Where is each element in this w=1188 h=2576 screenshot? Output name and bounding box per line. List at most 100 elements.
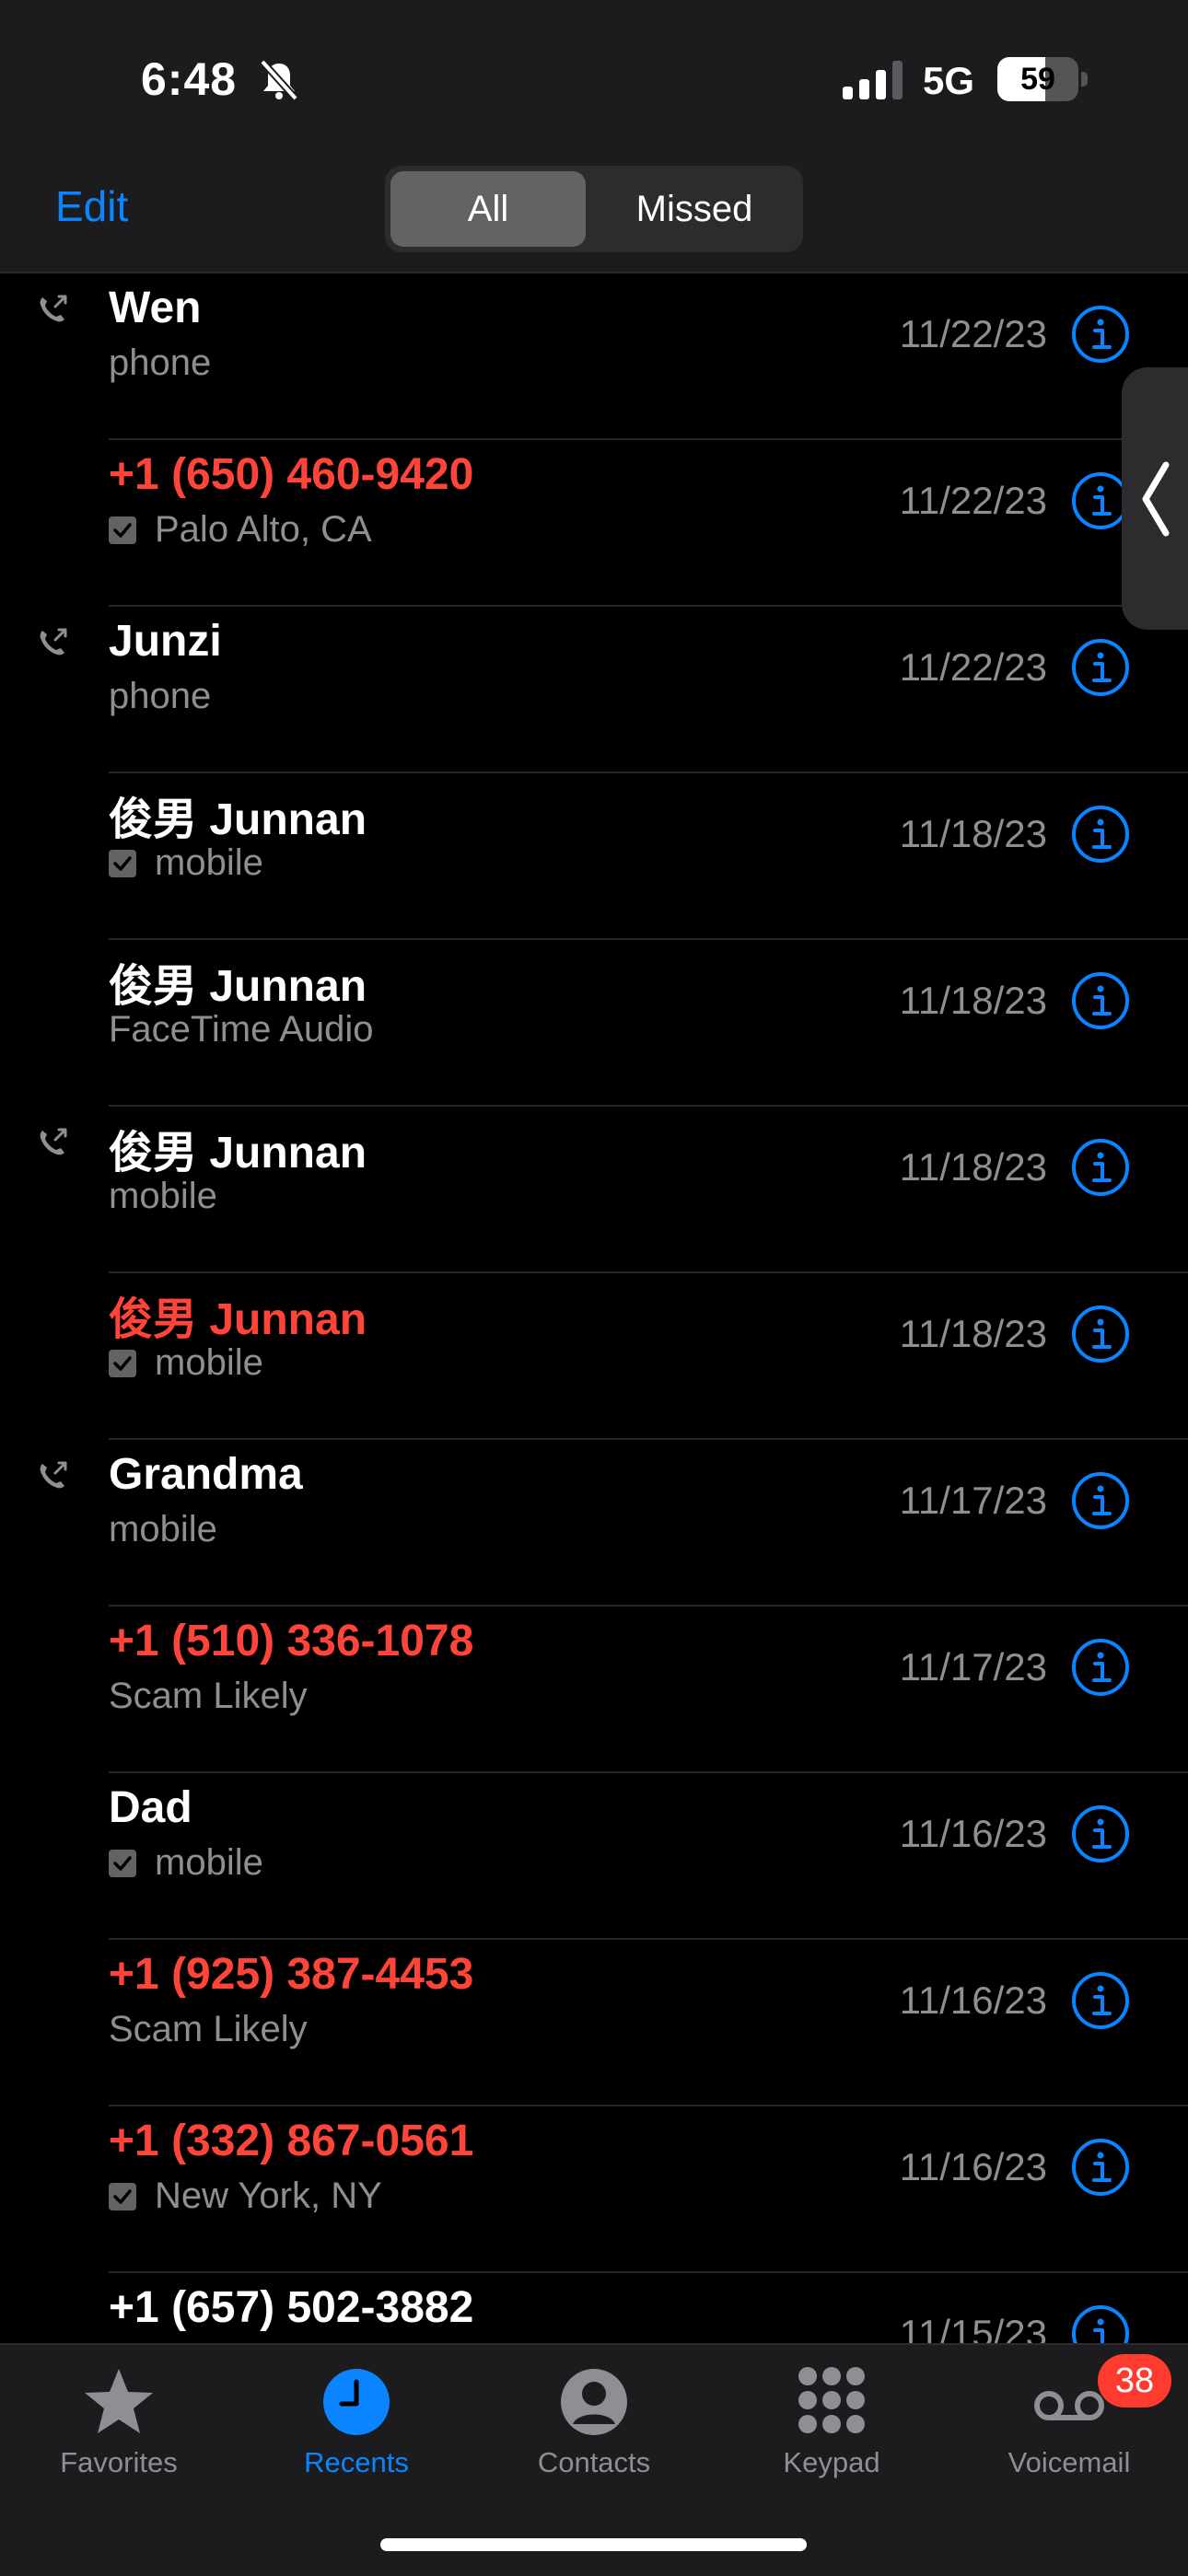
tab-label: Keypad bbox=[783, 2446, 880, 2478]
call-detail: phone bbox=[109, 342, 211, 384]
call-row[interactable]: Dad mobile 11/16/23 bbox=[0, 1773, 1188, 1940]
info-icon[interactable] bbox=[1071, 2138, 1130, 2197]
verified-check-icon bbox=[109, 1849, 136, 1877]
call-date: 11/22/23 bbox=[899, 479, 1047, 522]
call-date: 11/18/23 bbox=[899, 1312, 1047, 1355]
outgoing-call-icon bbox=[40, 1128, 67, 1155]
call-detail-text: FaceTime Audio bbox=[109, 1009, 374, 1050]
home-indicator[interactable] bbox=[380, 2538, 807, 2551]
call-detail-text: mobile bbox=[155, 1842, 263, 1883]
call-detail: Scam Likely bbox=[109, 2009, 308, 2050]
info-icon[interactable] bbox=[1071, 1305, 1130, 1363]
call-row[interactable]: Wen phone 11/22/23 bbox=[0, 273, 1188, 440]
keypad-icon bbox=[798, 2367, 865, 2433]
call-row[interactable]: Junzi phone 11/22/23 bbox=[0, 607, 1188, 773]
segmented-control: All Missed bbox=[385, 166, 803, 252]
call-row[interactable]: +1 (925) 387-4453 Scam Likely 11/16/23 bbox=[0, 1940, 1188, 2106]
contact-name: +1 (657) 502-3882 bbox=[109, 2283, 474, 2332]
call-row[interactable]: +1 (657) 502-3882 11/15/23 bbox=[0, 2273, 1188, 2343]
call-detail-text: mobile bbox=[109, 1176, 217, 1216]
bell-slash-icon bbox=[260, 59, 298, 101]
info-icon[interactable] bbox=[1071, 805, 1130, 864]
verified-check-icon bbox=[109, 1349, 136, 1377]
call-date: 11/17/23 bbox=[899, 1645, 1047, 1688]
outgoing-call-icon bbox=[40, 1461, 67, 1489]
header: 6:48 5G 59 Edit All Missed bbox=[0, 0, 1188, 273]
info-icon[interactable] bbox=[1071, 305, 1130, 364]
info-icon[interactable] bbox=[1071, 1638, 1130, 1697]
call-date: 11/18/23 bbox=[899, 812, 1047, 855]
contact-name: +1 (332) 867-0561 bbox=[109, 2117, 474, 2165]
edit-button[interactable]: Edit bbox=[55, 181, 128, 231]
voicemail-badge: 38 bbox=[1098, 2354, 1171, 2408]
call-detail: FaceTime Audio bbox=[109, 1009, 374, 1050]
call-detail: mobile bbox=[109, 842, 263, 884]
call-detail-text: mobile bbox=[155, 842, 263, 883]
call-date: 11/16/23 bbox=[899, 2145, 1047, 2188]
call-detail: mobile bbox=[109, 1342, 263, 1384]
call-date: 11/22/23 bbox=[899, 312, 1047, 355]
call-date: 11/18/23 bbox=[899, 979, 1047, 1022]
call-date: 11/17/23 bbox=[899, 1479, 1047, 1522]
call-row[interactable]: 俊男 Junnan mobile 11/18/23 bbox=[0, 773, 1188, 940]
call-row[interactable]: Grandma mobile 11/17/23 bbox=[0, 1440, 1188, 1607]
contact-name: 俊男 Junnan bbox=[109, 962, 367, 1011]
segment-all[interactable]: All bbox=[390, 166, 586, 252]
tab-label: Favorites bbox=[60, 2446, 178, 2478]
info-icon[interactable] bbox=[1071, 971, 1130, 1030]
call-detail-text: phone bbox=[109, 342, 212, 383]
info-icon[interactable] bbox=[1071, 1138, 1130, 1197]
clock-icon bbox=[323, 2369, 390, 2435]
contact-name: 俊男 Junnan bbox=[109, 795, 367, 844]
call-date: 11/16/23 bbox=[899, 1978, 1047, 2022]
call-detail-text: mobile bbox=[109, 1509, 217, 1549]
call-row[interactable]: 俊男 Junnan FaceTime Audio 11/18/23 bbox=[0, 940, 1188, 1107]
info-icon[interactable] bbox=[1071, 1804, 1130, 1863]
call-detail: mobile bbox=[109, 1509, 217, 1550]
call-detail-text: phone bbox=[109, 676, 212, 716]
tab-recents[interactable]: Recents bbox=[238, 2345, 475, 2483]
tab-contacts[interactable]: Contacts bbox=[475, 2345, 713, 2483]
call-date: 11/15/23 bbox=[899, 2312, 1047, 2343]
call-date: 11/16/23 bbox=[899, 1812, 1047, 1855]
call-row[interactable]: +1 (332) 867-0561 New York, NY 11/16/23 bbox=[0, 2106, 1188, 2273]
info-icon[interactable] bbox=[1071, 1471, 1130, 1530]
outgoing-call-icon bbox=[40, 295, 67, 322]
tab-label: Contacts bbox=[537, 2446, 651, 2478]
call-detail-text: Scam Likely bbox=[109, 1676, 308, 1716]
tab-favorites[interactable]: Favorites bbox=[0, 2345, 238, 2483]
signal-icon bbox=[843, 61, 903, 99]
tab-keypad[interactable]: Keypad bbox=[713, 2345, 950, 2483]
call-detail-text: Scam Likely bbox=[109, 2009, 308, 2049]
call-detail: New York, NY bbox=[109, 2176, 382, 2217]
call-row[interactable]: +1 (650) 460-9420 Palo Alto, CA 11/22/23 bbox=[0, 440, 1188, 607]
call-row[interactable]: 俊男 Junnan mobile 11/18/23 bbox=[0, 1107, 1188, 1273]
contact-name: Junzi bbox=[109, 617, 222, 666]
call-detail-text: mobile bbox=[155, 1342, 263, 1383]
call-detail: mobile bbox=[109, 1842, 263, 1884]
contact-name: Dad bbox=[109, 1783, 192, 1832]
contact-name: 俊男 Junnan bbox=[109, 1295, 367, 1344]
side-panel-handle[interactable] bbox=[1122, 367, 1188, 630]
status-time: 6:48 bbox=[141, 53, 238, 105]
call-row[interactable]: +1 (510) 336-1078 Scam Likely 11/17/23 bbox=[0, 1607, 1188, 1773]
battery-icon: 59 bbox=[997, 57, 1088, 101]
verified-check-icon bbox=[109, 516, 136, 544]
contact-name: Grandma bbox=[109, 1450, 303, 1499]
outgoing-call-icon bbox=[40, 628, 67, 656]
call-row[interactable]: 俊男 Junnan mobile 11/18/23 bbox=[0, 1273, 1188, 1440]
info-icon[interactable] bbox=[1071, 2304, 1130, 2343]
network-type: 5G bbox=[923, 59, 975, 102]
call-detail-text: Palo Alto, CA bbox=[155, 509, 372, 550]
info-icon[interactable] bbox=[1071, 1971, 1130, 2030]
call-detail: mobile bbox=[109, 1176, 217, 1217]
info-icon[interactable] bbox=[1071, 638, 1130, 697]
person-circle-icon bbox=[561, 2369, 627, 2435]
segment-missed[interactable]: Missed bbox=[591, 166, 798, 252]
star-icon bbox=[85, 2369, 153, 2433]
contact-name: 俊男 Junnan bbox=[109, 1129, 367, 1178]
contact-name: +1 (650) 460-9420 bbox=[109, 450, 474, 499]
recents-list[interactable]: Wen phone 11/22/23 +1 (650) 460-9420 Palo Al… bbox=[0, 273, 1188, 2343]
contact-name: +1 (925) 387-4453 bbox=[109, 1950, 474, 1999]
tab-label: Recents bbox=[304, 2446, 409, 2478]
